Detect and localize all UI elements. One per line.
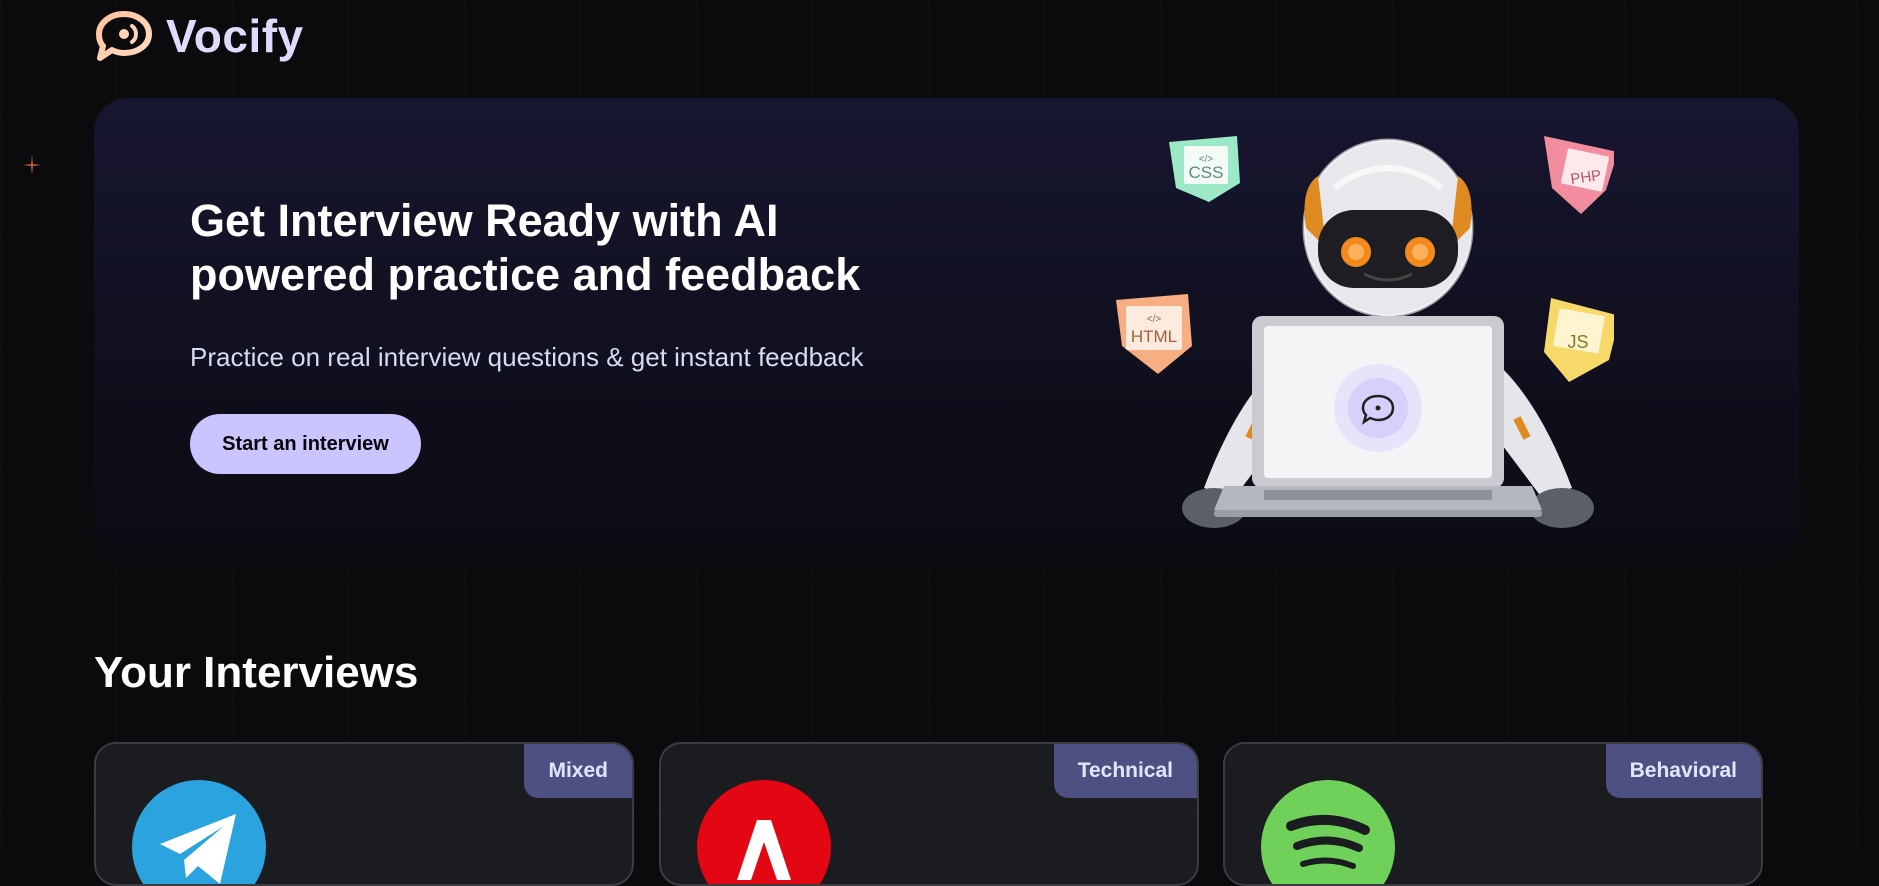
interview-type-badge: Technical [1053, 744, 1197, 798]
laptop [1214, 316, 1542, 517]
hero-subtitle: Practice on real interview questions & g… [190, 342, 864, 372]
adobe-logo-icon [697, 780, 831, 884]
navbar: Vocify [94, 8, 304, 64]
interview-card-adobe[interactable]: Technical [659, 742, 1199, 886]
svg-text:</>: </> [1147, 314, 1162, 325]
robot-head [1302, 138, 1474, 318]
html-tag-label: HTML [1131, 327, 1177, 346]
sparkle-icon [22, 155, 42, 175]
interview-card-spotify[interactable]: Behavioral [1223, 742, 1763, 886]
interviews-section-title: Your Interviews [94, 648, 419, 697]
hero-title-line-1: Get Interview Ready with AI [190, 195, 779, 246]
brand-name[interactable]: Vocify [166, 9, 304, 63]
js-tag-icon: JS [1544, 298, 1614, 382]
hero-title: Get Interview Ready with AI powered prac… [190, 194, 950, 302]
chat-bubble-logo-icon[interactable] [94, 10, 154, 62]
js-tag-label: JS [1567, 332, 1588, 352]
interview-type-badge: Mixed [524, 744, 632, 798]
php-tag-icon: PHP [1544, 136, 1614, 214]
hero-title-line-2: powered practice and feedback [190, 249, 861, 300]
css-tag-icon: CSS </> [1169, 136, 1240, 202]
telegram-logo-icon [132, 780, 266, 884]
spotify-logo-icon [1261, 780, 1395, 884]
html-tag-icon: HTML </> [1116, 294, 1192, 374]
interview-card-telegram[interactable]: Mixed [94, 742, 634, 886]
hero-banner: Get Interview Ready with AI powered prac… [94, 98, 1799, 564]
interview-type-badge: Behavioral [1605, 744, 1761, 798]
svg-text:</>: </> [1199, 154, 1214, 165]
start-interview-button[interactable]: Start an interview [190, 414, 421, 474]
robot-laptop-illustration: CSS </> PHP HTML </> JS [1116, 136, 1614, 528]
css-tag-label: CSS [1189, 163, 1224, 182]
